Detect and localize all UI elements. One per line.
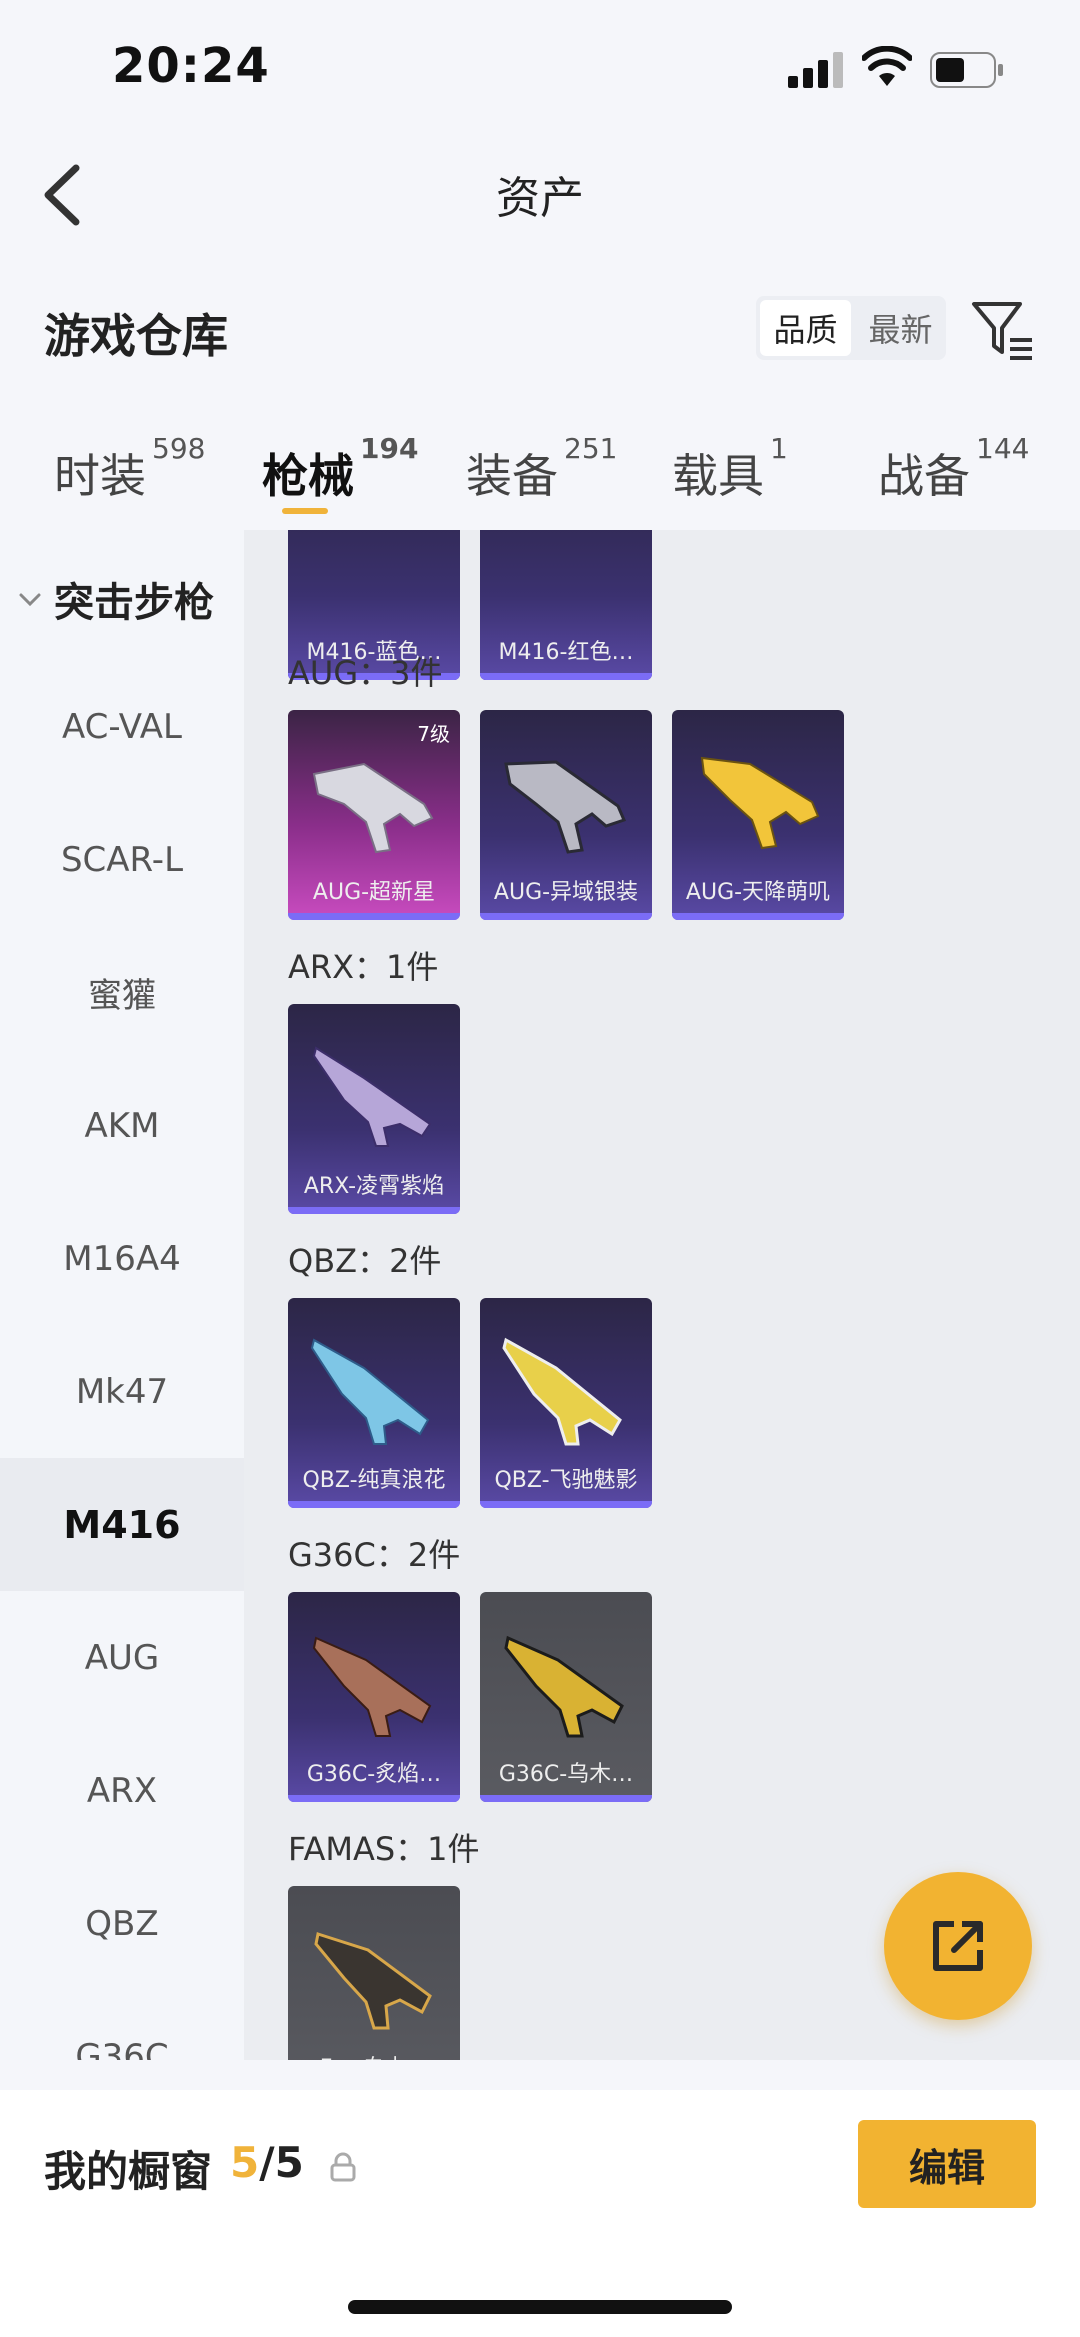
- weapon-card[interactable]: ARX-凌霄紫焰: [288, 1004, 460, 1214]
- status-time: 20:24: [112, 38, 270, 94]
- lock-icon: [330, 2152, 356, 2182]
- battery-icon: [930, 52, 1003, 88]
- tab-vehicles[interactable]: 载具1: [672, 432, 788, 506]
- sort-by-quality[interactable]: 品质: [760, 300, 851, 356]
- category-tabs: 时装598 枪械194 装备251 载具1 战备144: [0, 420, 1080, 530]
- group-label-g36c: G36C：2件: [288, 1536, 461, 1574]
- home-indicator: [348, 2300, 732, 2314]
- sidebar-item-scar-l[interactable]: SCAR-L: [0, 793, 244, 926]
- tab-count: 251: [564, 432, 618, 465]
- weapon-card[interactable]: F…-自由…: [288, 1886, 460, 2060]
- sidebar-item-ac-val[interactable]: AC-VAL: [0, 660, 244, 793]
- warehouse-header: 游戏仓库 品质 最新: [0, 270, 1080, 390]
- tab-fashion[interactable]: 时装598: [54, 432, 205, 506]
- rarity-bar: [480, 1501, 652, 1508]
- weapon-card[interactable]: AUG-异域银装: [480, 710, 652, 920]
- weapon-card[interactable]: QBZ-纯真浪花: [288, 1298, 460, 1508]
- rarity-bar: [288, 913, 460, 920]
- sidebar-item-honey-badger[interactable]: 蜜獾: [0, 926, 244, 1059]
- weapon-card[interactable]: QBZ-飞驰魅影: [480, 1298, 652, 1508]
- filter-icon[interactable]: [970, 298, 1036, 364]
- edit-button[interactable]: 编辑: [858, 2120, 1036, 2208]
- weapon-name: QBZ-飞驰魅影: [494, 1468, 638, 1493]
- group-label-arx: ARX：1件: [288, 948, 439, 986]
- rarity-bar: [672, 913, 844, 920]
- sidebar-item-mk47[interactable]: Mk47: [0, 1325, 244, 1458]
- active-tab-indicator: [282, 508, 328, 514]
- weapon-name: M416-红色…: [498, 640, 634, 665]
- showcase-label: 我的橱窗: [44, 2147, 213, 2196]
- sidebar-item-m16a4[interactable]: M16A4: [0, 1192, 244, 1325]
- weapon-name: G36C-乌木…: [498, 1762, 634, 1787]
- sort-by-newest[interactable]: 最新: [855, 296, 946, 360]
- tab-supplies[interactable]: 战备144: [878, 432, 1029, 506]
- weapon-name: G36C-炙焰…: [306, 1762, 442, 1787]
- rifle-icon: [504, 760, 627, 854]
- weapon-grid: M416-蓝色… M416-红色… AUG：3件 7级 AUG-超新星 AUG-…: [244, 530, 1080, 2060]
- rifle-icon: [310, 1338, 430, 1445]
- weapon-card[interactable]: M416-红色…: [480, 530, 652, 680]
- rifle-icon: [312, 762, 434, 854]
- rifle-icon: [312, 1046, 432, 1147]
- tab-firearms[interactable]: 枪械194: [262, 432, 418, 506]
- page-title: 资产: [496, 173, 584, 224]
- group-label-qbz: QBZ：2件: [288, 1242, 442, 1280]
- weapon-card[interactable]: G36C-炙焰…: [288, 1592, 460, 1802]
- showcase-count: 5/5: [230, 2138, 304, 2187]
- rarity-bar: [480, 1795, 652, 1802]
- weapon-name: F…-自由…: [292, 2050, 456, 2060]
- tab-count: 194: [360, 432, 419, 465]
- weapon-card[interactable]: G36C-乌木…: [480, 1592, 652, 1802]
- rifle-icon: [502, 1337, 622, 1446]
- rarity-bar: [288, 1501, 460, 1508]
- showcase-current: 5: [230, 2138, 260, 2187]
- section-title: 游戏仓库: [44, 309, 228, 363]
- sidebar-item-g36c[interactable]: G36C: [0, 1990, 244, 2061]
- group-label-famas: FAMAS：1件: [288, 1830, 480, 1868]
- tab-count: 144: [976, 432, 1030, 465]
- level-badge: 7级: [417, 722, 450, 746]
- weapon-name: QBZ-纯真浪花: [302, 1468, 446, 1493]
- sidebar-item-m416[interactable]: M416: [0, 1458, 244, 1591]
- share-button[interactable]: [884, 1872, 1032, 2020]
- sort-toggle: 品质 最新: [756, 296, 946, 360]
- tab-label: 枪械: [262, 449, 354, 503]
- tab-label: 时装: [54, 449, 146, 503]
- rifle-icon: [312, 1636, 432, 1737]
- share-export-icon: [933, 1921, 983, 1971]
- weapon-name: AUG-异域银装: [493, 880, 639, 905]
- weapon-sidebar: 突击步枪 AC-VAL SCAR-L 蜜獾 AKM M16A4 Mk47 M41…: [0, 530, 244, 2060]
- rifle-icon: [700, 756, 820, 850]
- tab-label: 载具: [672, 449, 764, 503]
- sidebar-item-aug[interactable]: AUG: [0, 1591, 244, 1724]
- status-bar: 20:24: [0, 0, 1080, 140]
- tab-label: 战备: [878, 449, 970, 503]
- group-label-aug: AUG：3件: [288, 654, 443, 692]
- weapon-name: AUG-天降萌叽: [685, 880, 831, 905]
- sidebar-item-arx[interactable]: ARX: [0, 1724, 244, 1857]
- wifi-icon: [862, 46, 912, 86]
- rarity-bar: [480, 673, 652, 680]
- rifle-icon: [504, 1635, 624, 1738]
- rarity-bar: [480, 913, 652, 920]
- showcase-total: /5: [259, 2138, 304, 2187]
- tab-equipment[interactable]: 装备251: [466, 432, 617, 506]
- sidebar-category-label: 突击步枪: [54, 580, 214, 626]
- chevron-down-icon: [19, 593, 41, 607]
- weapon-name: ARX-凌霄紫焰: [303, 1174, 445, 1199]
- nav-bar: 资产: [0, 140, 1080, 250]
- tab-label: 装备: [466, 449, 558, 503]
- sidebar-item-akm[interactable]: AKM: [0, 1059, 244, 1192]
- sidebar-item-qbz[interactable]: QBZ: [0, 1857, 244, 1990]
- tab-count: 1: [770, 432, 788, 465]
- rarity-bar: [288, 1795, 460, 1802]
- weapon-card[interactable]: 7级 AUG-超新星: [288, 710, 460, 920]
- cellular-signal-icon: [788, 52, 843, 88]
- rifle-icon: [314, 1932, 432, 2030]
- weapon-card[interactable]: AUG-天降萌叽: [672, 710, 844, 920]
- tab-count: 598: [152, 432, 206, 465]
- weapon-name: AUG-超新星: [312, 880, 436, 905]
- sidebar-category[interactable]: 突击步枪: [18, 570, 214, 628]
- rarity-bar: [288, 1207, 460, 1214]
